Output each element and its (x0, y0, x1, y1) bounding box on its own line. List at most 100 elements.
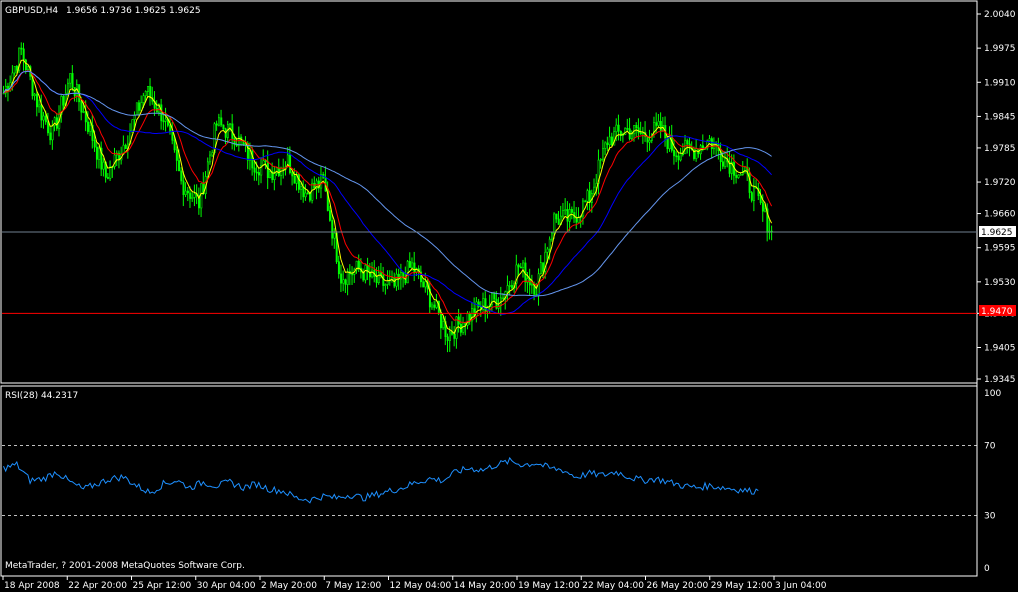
candle (519, 262, 522, 269)
candle (111, 166, 114, 178)
candle (180, 167, 183, 185)
candle (122, 135, 125, 156)
candle (20, 42, 23, 56)
candle (162, 114, 165, 131)
ohlc-values: 1.9656 1.9736 1.9625 1.9625 (66, 6, 201, 16)
price-tick-label: 1.9660 (984, 210, 1016, 220)
candle (708, 134, 711, 142)
time-tick-label: 3 Jun 04:00 (775, 581, 827, 591)
candle (149, 78, 152, 106)
candle (124, 143, 127, 149)
candle (451, 321, 454, 336)
candle (98, 146, 101, 169)
candle (35, 90, 38, 117)
trading-chart[interactable]: 2.0040 1.9975 1.9910 1.9845 1.9785 1.9720 1.96… (0, 0, 1018, 592)
candle (71, 65, 74, 92)
candle (266, 150, 269, 190)
candle (699, 143, 702, 160)
candle (344, 278, 347, 293)
candle (624, 127, 627, 136)
candle (682, 143, 685, 157)
candle (726, 147, 729, 168)
candle (753, 178, 756, 212)
candle (750, 191, 753, 203)
price-tick-label: 1.9345 (984, 375, 1016, 385)
candle (673, 139, 676, 165)
candle (446, 333, 449, 353)
candle (573, 201, 576, 223)
ma-fast-line (3, 59, 773, 335)
candle (33, 92, 36, 101)
candle (662, 116, 665, 132)
candle (109, 160, 112, 182)
candle (571, 206, 574, 220)
candle (297, 172, 300, 194)
candle (218, 113, 221, 127)
horizontal-price-lines (2, 231, 977, 516)
candle (215, 120, 218, 131)
candle (73, 87, 76, 102)
candle (22, 42, 25, 71)
candle (617, 114, 620, 141)
candle (504, 290, 507, 310)
candle (539, 255, 542, 275)
candle (482, 292, 485, 312)
time-tick-label: 18 Apr 2008 (4, 581, 60, 591)
candle (135, 102, 138, 116)
candle (668, 126, 671, 152)
candle (280, 166, 283, 186)
candle (220, 109, 223, 128)
rsi-title: RSI(28) 44.2317 (5, 391, 78, 401)
candle (229, 122, 232, 132)
candle (191, 190, 194, 202)
price-tick-label: 1.9910 (984, 78, 1016, 88)
candle (648, 129, 651, 151)
candle (610, 132, 613, 147)
candle (584, 199, 587, 203)
candle (273, 165, 276, 191)
candle (200, 183, 203, 218)
current-price-label: 1.9625 (981, 228, 1013, 238)
candle (349, 264, 352, 286)
candle (768, 219, 771, 240)
candle (353, 267, 356, 283)
candle (18, 47, 21, 74)
rsi-pane-frame (0, 385, 978, 577)
candle (404, 266, 407, 285)
candle (460, 313, 463, 337)
candle (107, 173, 110, 180)
candle (337, 255, 340, 279)
price-tick-label: 1.9405 (984, 343, 1016, 353)
candle (562, 202, 565, 219)
candle (453, 326, 456, 347)
candle (182, 171, 185, 207)
candle (697, 148, 700, 158)
candle (193, 184, 196, 207)
time-tick-label: 19 May 12:00 (518, 581, 580, 591)
time-tick-label: 30 Apr 04:00 (197, 581, 256, 591)
candle (60, 94, 63, 123)
price-tick-label: 1.9530 (984, 278, 1016, 288)
candle (619, 130, 622, 142)
candle (69, 73, 72, 89)
candle (586, 188, 589, 211)
candle (4, 78, 7, 98)
candle (184, 182, 187, 198)
time-tick-label: 22 Apr 20:00 (68, 581, 127, 591)
candle (746, 158, 749, 181)
candle (608, 126, 611, 151)
candle (209, 150, 212, 165)
candle (644, 121, 647, 142)
candle (684, 134, 687, 155)
candle (577, 207, 580, 223)
candle (679, 147, 682, 162)
candle (710, 136, 713, 159)
candle (388, 270, 391, 286)
candle (433, 300, 436, 311)
ma-slowest-line (3, 70, 772, 297)
price-pane-frame (0, 0, 978, 384)
time-tick-label: 7 May 12:00 (325, 581, 381, 591)
candle (531, 274, 534, 294)
candle (428, 281, 431, 314)
candle (198, 187, 201, 215)
